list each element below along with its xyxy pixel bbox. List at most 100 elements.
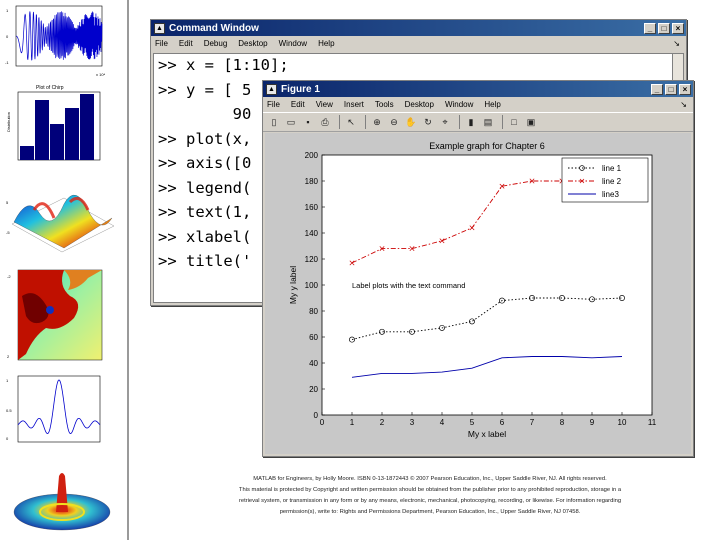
x-tick-label: 7 <box>530 418 535 427</box>
y-tick-label: 200 <box>305 151 319 160</box>
figure-icon: ▲ <box>266 83 277 95</box>
zoom-out-icon[interactable]: ⊖ <box>387 115 401 129</box>
x-tick-label: 6 <box>500 418 505 427</box>
menu-tools[interactable]: Tools <box>375 100 394 109</box>
command-window-titlebar[interactable]: ▲ Command Window _ □ × <box>151 20 686 36</box>
svg-text:Distribution: Distribution <box>6 112 11 132</box>
svg-text:0.5: 0.5 <box>6 408 12 413</box>
menu-file[interactable]: File <box>267 100 280 109</box>
chart-title: Example graph for Chapter 6 <box>429 141 545 151</box>
x-tick-label: 9 <box>590 418 595 427</box>
menu-view[interactable]: View <box>316 100 333 109</box>
svg-text:1: 1 <box>6 8 9 13</box>
svg-text:1: 1 <box>6 378 9 383</box>
toolbar-separator <box>339 115 340 129</box>
copyright-caption: MATLAB for Engineers, by Holly Moore. IS… <box>150 474 710 518</box>
new-file-icon[interactable]: ▯ <box>267 115 281 129</box>
maximize-button[interactable]: □ <box>665 83 677 95</box>
legend-label: line 1 <box>602 164 622 173</box>
caption-line: retrieval system, or transmission in any… <box>238 498 622 504</box>
thumbnail-strip: 1 0 -1 x 10⁴ Plot of Chirp Distribution <box>0 0 128 540</box>
legend-label: line3 <box>602 190 619 199</box>
toolbar-separator <box>365 115 366 129</box>
figure-window-titlebar[interactable]: ▲ Figure 1 _ □ × <box>263 81 693 97</box>
menu-debug[interactable]: Debug <box>204 39 228 48</box>
close-button[interactable]: × <box>679 83 691 95</box>
x-tick-label: 3 <box>410 418 415 427</box>
x-tick-label: 4 <box>440 418 445 427</box>
toolbar-separator <box>502 115 503 129</box>
rotate-icon[interactable]: ↻ <box>421 115 435 129</box>
y-tick-label: 80 <box>309 307 318 316</box>
svg-text:0: 0 <box>6 436 9 441</box>
menu-desktop[interactable]: Desktop <box>238 39 267 48</box>
svg-text:-5: -5 <box>6 230 10 235</box>
close-button[interactable]: × <box>672 22 684 34</box>
svg-text:5: 5 <box>6 200 9 205</box>
code-line: >> title(' <box>158 252 252 270</box>
code-line: >> plot(x, <box>158 130 252 148</box>
colorbar-icon[interactable]: ▮ <box>464 115 478 129</box>
arrow-icon[interactable]: ↖ <box>344 115 358 129</box>
caption-line: permission(s), write to: Rights and Perm… <box>279 509 581 515</box>
minimize-button[interactable]: _ <box>651 83 663 95</box>
code-line: >> x = [1:10]; <box>158 56 289 74</box>
y-tick-label: 100 <box>305 281 319 290</box>
figure-canvas[interactable]: Example graph for Chapter 6 0 1 2 3 4 5 6 7 8 9 10… <box>265 133 691 454</box>
chirp-plot-thumbnail: 1 0 -1 x 10⁴ <box>5 5 106 77</box>
x-axis-label: My x label <box>468 429 506 439</box>
chart-legend[interactable]: line 1 line 2 line3 <box>561 157 649 203</box>
minimize-button[interactable]: _ <box>644 22 656 34</box>
code-line: >> y = [ 5 <box>158 81 252 99</box>
menu-file[interactable]: File <box>155 39 168 48</box>
hide-plot-tools-icon[interactable]: □ <box>507 115 521 129</box>
zoom-in-icon[interactable]: ⊕ <box>370 115 384 129</box>
bar-chart-thumbnail: Plot of Chirp Distribution <box>6 85 101 161</box>
menu-window[interactable]: Window <box>279 39 307 48</box>
menu-help[interactable]: Help <box>484 100 500 109</box>
x-tick-label: 5 <box>470 418 475 427</box>
menu-help[interactable]: Help <box>318 39 334 48</box>
x-tick-label: 10 <box>618 418 627 427</box>
save-icon[interactable]: ▪ <box>301 115 315 129</box>
code-line: >> xlabel( <box>158 228 252 246</box>
chart-annotation: Label plots with the text command <box>352 281 465 290</box>
svg-text:2: 2 <box>7 354 10 359</box>
figure-window-menubar: File Edit View Insert Tools Desktop Wind… <box>263 97 693 112</box>
menu-window[interactable]: Window <box>445 100 473 109</box>
maximize-button[interactable]: □ <box>658 22 670 34</box>
menu-edit[interactable]: Edit <box>291 100 305 109</box>
caption-line: This material is protected by Copyright … <box>238 487 622 493</box>
print-icon[interactable]: ⎙ <box>318 115 332 129</box>
legend-icon[interactable]: ▤ <box>481 115 495 129</box>
y-tick-label: 160 <box>305 203 319 212</box>
undock-icon[interactable]: ↘ <box>673 39 680 48</box>
svg-text:x 10⁴: x 10⁴ <box>96 72 106 77</box>
strip-divider <box>127 0 129 540</box>
command-window-title: Command Window <box>169 22 259 34</box>
figure-window[interactable]: ▲ Figure 1 _ □ × File Edit View Insert T… <box>262 80 694 457</box>
figure-toolbar: ▯ ▭ ▪ ⎙ ↖ ⊕ ⊖ ✋ ↻ ⌖ ▮ ▤ □ ▣ <box>263 112 693 132</box>
pan-icon[interactable]: ✋ <box>404 115 418 129</box>
figure-window-title: Figure 1 <box>281 83 320 95</box>
y-tick-label: 20 <box>309 385 318 394</box>
caption-line: MATLAB for Engineers, by Holly Moore. IS… <box>253 476 607 482</box>
data-cursor-icon[interactable]: ⌖ <box>438 115 452 129</box>
line-chart[interactable]: Example graph for Chapter 6 0 1 2 3 4 5 6 7 8 9 10… <box>265 133 691 454</box>
menu-insert[interactable]: Insert <box>344 100 364 109</box>
undock-icon[interactable]: ↘ <box>680 100 687 109</box>
x-tick-label: 2 <box>380 418 385 427</box>
legend-label: line 2 <box>602 177 622 186</box>
open-file-icon[interactable]: ▭ <box>284 115 298 129</box>
y-tick-label: 40 <box>309 359 318 368</box>
x-tick-label: 0 <box>320 418 325 427</box>
show-plot-tools-icon[interactable]: ▣ <box>524 115 538 129</box>
x-tick-label: 1 <box>350 418 355 427</box>
x-tick-label: 11 <box>648 418 657 427</box>
surface-plot-thumbnail: 5 -5 <box>6 194 115 253</box>
y-tick-label: 140 <box>305 229 319 238</box>
command-window-menubar: File Edit Debug Desktop Window Help ↘ <box>151 36 686 51</box>
menu-edit[interactable]: Edit <box>179 39 193 48</box>
y-axis-label: My y label <box>288 266 298 304</box>
menu-desktop[interactable]: Desktop <box>405 100 434 109</box>
